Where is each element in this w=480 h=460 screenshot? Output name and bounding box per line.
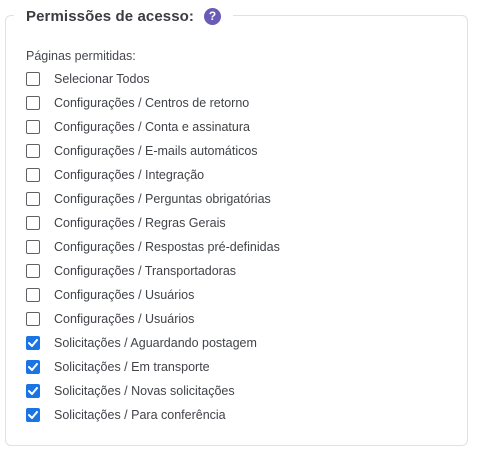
- checkbox[interactable]: [26, 192, 40, 206]
- checkbox-label: Configurações / Perguntas obrigatórias: [54, 192, 271, 206]
- checkbox[interactable]: [26, 144, 40, 158]
- checkbox[interactable]: [26, 168, 40, 182]
- list-item[interactable]: Solicitações / Novas solicitações: [26, 379, 280, 403]
- list-item[interactable]: Configurações / Conta e assinatura: [26, 115, 280, 139]
- list-item[interactable]: Configurações / Usuários: [26, 307, 280, 331]
- allowed-pages-label: Páginas permitidas:: [26, 49, 136, 63]
- checkbox[interactable]: [26, 336, 40, 350]
- access-permissions-legend: Permissões de acesso: ?: [14, 5, 234, 27]
- checkbox-label: Configurações / Usuários: [54, 312, 195, 326]
- checkbox-label: Configurações / Usuários: [54, 288, 195, 302]
- checkbox-label: Solicitações / Em transporte: [54, 360, 210, 374]
- checkbox[interactable]: [26, 96, 40, 110]
- checkbox-label: Configurações / Regras Gerais: [54, 216, 226, 230]
- checkbox[interactable]: [26, 360, 40, 374]
- checkbox[interactable]: [26, 288, 40, 302]
- checkbox-label: Configurações / Transportadoras: [54, 264, 237, 278]
- checkbox[interactable]: [26, 216, 40, 230]
- checkbox-label: Configurações / Centros de retorno: [54, 96, 250, 110]
- checkbox-label: Configurações / Integração: [54, 168, 205, 182]
- checkbox-label: Configurações / Conta e assinatura: [54, 120, 250, 134]
- list-item[interactable]: Solicitações / Aguardando postagem: [26, 331, 280, 355]
- allowed-pages-list: Selecionar Todos Configurações / Centros…: [26, 67, 280, 427]
- list-item[interactable]: Solicitações / Em transporte: [26, 355, 280, 379]
- list-item[interactable]: Configurações / Centros de retorno: [26, 91, 280, 115]
- access-permissions-title: Permissões de acesso:: [26, 7, 195, 25]
- checkbox-label: Solicitações / Para conferência: [54, 408, 226, 422]
- list-item-select-all[interactable]: Selecionar Todos: [26, 67, 280, 91]
- list-item[interactable]: Configurações / Regras Gerais: [26, 211, 280, 235]
- checkbox-label: Selecionar Todos: [54, 72, 150, 86]
- checkbox-label: Solicitações / Aguardando postagem: [54, 336, 257, 350]
- checkbox[interactable]: [26, 408, 40, 422]
- checkbox[interactable]: [26, 312, 40, 326]
- checkbox-label: Configurações / E-mails automáticos: [54, 144, 258, 158]
- list-item[interactable]: Configurações / E-mails automáticos: [26, 139, 280, 163]
- list-item[interactable]: Configurações / Integração: [26, 163, 280, 187]
- checkbox[interactable]: [26, 120, 40, 134]
- checkbox[interactable]: [26, 264, 40, 278]
- list-item[interactable]: Solicitações / Para conferência: [26, 403, 280, 427]
- checkbox-label: Solicitações / Novas solicitações: [54, 384, 235, 398]
- list-item[interactable]: Configurações / Perguntas obrigatórias: [26, 187, 280, 211]
- checkbox[interactable]: [26, 384, 40, 398]
- checkbox[interactable]: [26, 72, 40, 86]
- question-mark-icon[interactable]: ?: [204, 7, 222, 25]
- checkbox-label: Configurações / Respostas pré-definidas: [54, 240, 280, 254]
- list-item[interactable]: Configurações / Respostas pré-definidas: [26, 235, 280, 259]
- list-item[interactable]: Configurações / Usuários: [26, 283, 280, 307]
- list-item[interactable]: Configurações / Transportadoras: [26, 259, 280, 283]
- checkbox[interactable]: [26, 240, 40, 254]
